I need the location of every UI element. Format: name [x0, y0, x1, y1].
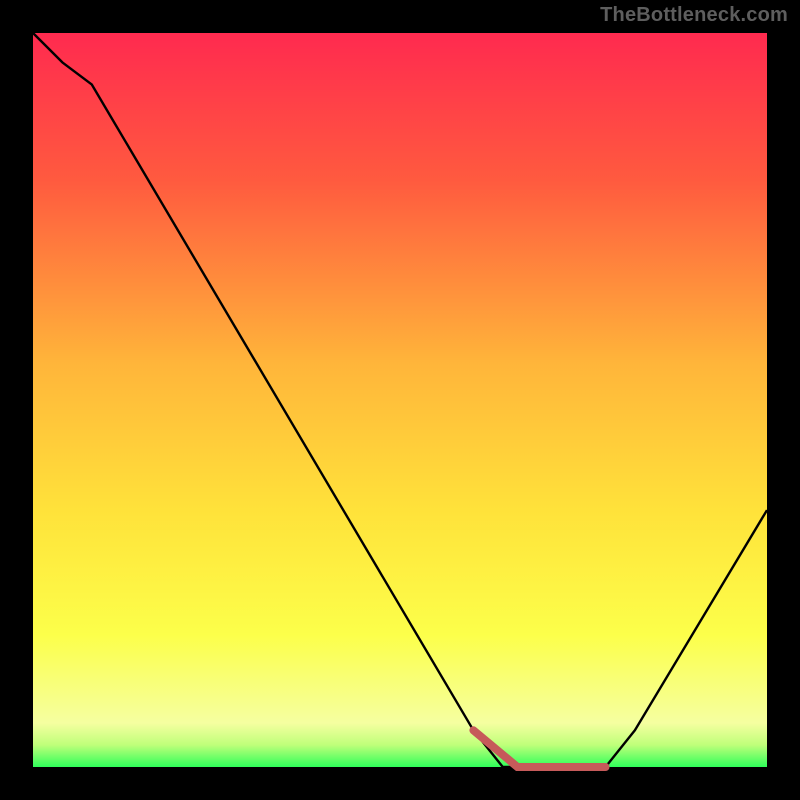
bottleneck-curve-chart — [0, 0, 800, 800]
watermark-label: TheBottleneck.com — [600, 4, 788, 27]
plot-background — [33, 33, 767, 767]
chart-container: TheBottleneck.com — [0, 0, 800, 800]
